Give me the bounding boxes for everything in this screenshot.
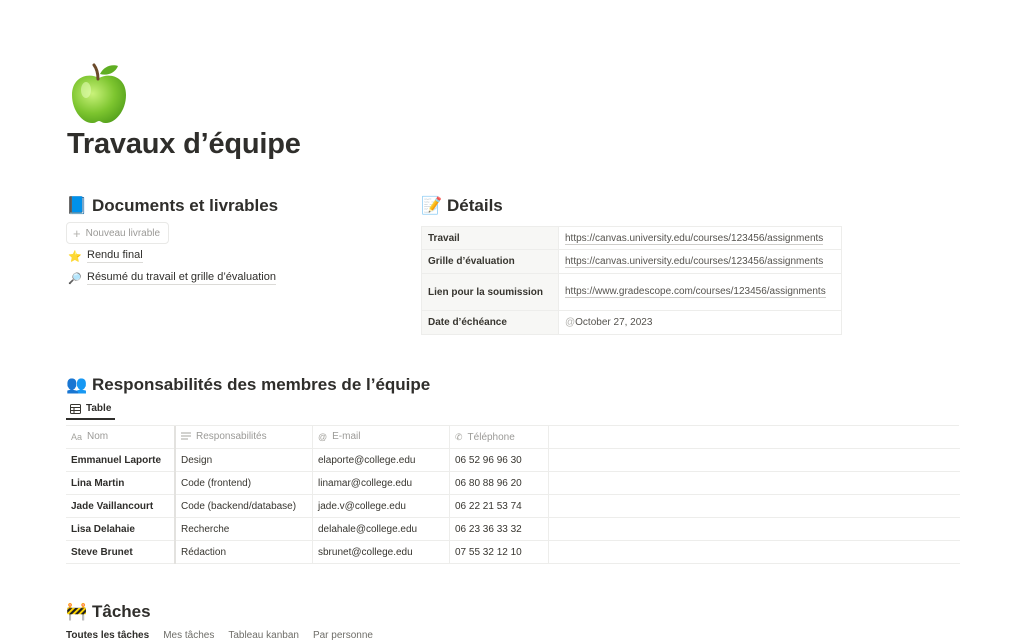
details-row: Lien pour la soumission https://www.grad…: [421, 273, 842, 311]
member-name[interactable]: Jade Vaillancourt: [66, 494, 176, 518]
table-row[interactable]: Steve Brunet Rédaction sbrunet@college.e…: [66, 540, 960, 564]
list-item[interactable]: 🔎 Résumé du travail et grille d’évaluati…: [68, 271, 276, 285]
empty-cell: [548, 494, 960, 518]
new-deliverable-label: Nouveau livrable: [85, 227, 161, 239]
member-name[interactable]: Lina Martin: [66, 471, 176, 495]
blue-book-icon: 📘: [66, 196, 88, 215]
details-value[interactable]: https://canvas.university.edu/courses/12…: [558, 226, 842, 250]
member-email[interactable]: linamar@college.edu: [312, 471, 450, 495]
empty-cell: [548, 471, 960, 495]
member-name[interactable]: Steve Brunet: [66, 540, 176, 564]
due-date: October 27, 2023: [575, 317, 653, 328]
members-heading: 👥 Responsabilités des membres de l’équip…: [66, 375, 430, 395]
tab-kanban[interactable]: Tableau kanban: [228, 630, 299, 641]
empty-cell: [548, 540, 960, 564]
member-name[interactable]: Emmanuel Laporte: [66, 448, 176, 472]
new-deliverable-button[interactable]: + Nouveau livrable: [66, 222, 170, 244]
member-phone[interactable]: 06 22 21 53 74: [449, 494, 549, 518]
text-lines-icon: [181, 432, 191, 440]
tab-all-tasks[interactable]: Toutes les tâches: [66, 630, 149, 641]
member-name[interactable]: Lisa Delahaie: [66, 517, 176, 541]
member-phone[interactable]: 06 80 88 96 20: [449, 471, 549, 495]
members-heading-label: Responsabilités des membres de l’équipe: [92, 375, 431, 394]
details-row: Date d’échéance @October 27, 2023: [421, 310, 842, 335]
tasks-heading: 🚧 Tâches: [66, 602, 151, 622]
column-header-label: Téléphone: [467, 431, 515, 443]
member-responsibility[interactable]: Rédaction: [175, 540, 313, 564]
details-key: Date d’échéance: [421, 310, 559, 335]
construction-icon: 🚧: [66, 602, 88, 621]
details-heading: 📝 Détails: [421, 196, 503, 216]
column-header-responsibilities[interactable]: Responsabilités: [175, 426, 313, 449]
details-heading-label: Détails: [447, 196, 503, 215]
member-email[interactable]: sbrunet@college.edu: [312, 540, 450, 564]
column-header-phone[interactable]: ✆ Téléphone: [449, 426, 549, 449]
table-row[interactable]: Lina Martin Code (frontend) linamar@coll…: [66, 471, 960, 495]
details-link[interactable]: https://www.gradescope.com/courses/12345…: [565, 286, 826, 298]
table-icon: [70, 403, 81, 414]
at-icon: @: [318, 431, 328, 442]
member-email[interactable]: delahale@college.edu: [312, 517, 450, 541]
member-responsibility[interactable]: Code (frontend): [175, 471, 313, 495]
documents-heading: 📘 Documents et livrables: [66, 196, 278, 216]
memo-icon: 📝: [421, 196, 443, 215]
table-row[interactable]: Jade Vaillancourt Code (backend/database…: [66, 494, 960, 518]
date-mention-icon: @: [565, 317, 576, 328]
details-key: Lien pour la soumission: [421, 273, 559, 311]
details-value[interactable]: https://www.gradescope.com/courses/12345…: [558, 273, 842, 311]
people-icon: 👥: [66, 375, 88, 394]
tasks-heading-label: Tâches: [92, 602, 151, 621]
star-icon: ⭐: [68, 250, 82, 263]
column-header-label: Nom: [87, 431, 109, 443]
member-email[interactable]: elaporte@college.edu: [312, 448, 450, 472]
column-header-email[interactable]: @ E-mail: [312, 426, 450, 449]
details-link[interactable]: https://canvas.university.edu/courses/12…: [565, 232, 824, 245]
member-responsibility[interactable]: Recherche: [175, 517, 313, 541]
plus-icon: +: [73, 225, 81, 241]
details-key: Grille d’évaluation: [421, 249, 559, 274]
table-header-row: Aa Nom Responsabilités @ E-mail ✆ Téléphone: [66, 426, 960, 449]
details-value[interactable]: @October 27, 2023: [558, 310, 842, 335]
member-responsibility[interactable]: Design: [175, 448, 313, 472]
members-table: Aa Nom Responsabilités @ E-mail ✆ Téléphone…: [66, 426, 960, 564]
tasks-view-tabs: Toutes les tâches Mes tâches Tableau kan…: [66, 630, 373, 641]
tab-by-person[interactable]: Par personne: [313, 630, 373, 641]
member-responsibility[interactable]: Code (backend/database): [175, 494, 313, 518]
empty-cell: [548, 517, 960, 541]
documents-heading-label: Documents et livrables: [92, 196, 279, 215]
column-header-label: Responsabilités: [196, 430, 267, 442]
column-header-label: E-mail: [332, 431, 361, 443]
list-item-label: Résumé du travail et grille d’évaluation: [87, 271, 276, 285]
details-value[interactable]: https://canvas.university.edu/courses/12…: [558, 249, 842, 274]
tab-table[interactable]: Table: [66, 403, 116, 420]
details-table: Travail https://canvas.university.edu/co…: [421, 226, 842, 335]
member-phone[interactable]: 06 52 96 96 30: [449, 448, 549, 472]
magnifier-icon: 🔎: [68, 272, 82, 285]
details-row: Grille d’évaluation https://canvas.unive…: [421, 249, 842, 274]
member-email[interactable]: jade.v@college.edu: [312, 494, 450, 518]
page-title[interactable]: Travaux d’équipe: [67, 128, 301, 161]
details-key: Travail: [421, 226, 559, 250]
tab-table-label: Table: [86, 403, 112, 414]
member-phone[interactable]: 06 23 36 33 32: [449, 517, 549, 541]
table-row[interactable]: Emmanuel Laporte Design elaporte@college…: [66, 448, 960, 472]
green-apple-icon[interactable]: [66, 60, 132, 126]
column-header-empty: [548, 426, 960, 449]
phone-icon: ✆: [455, 431, 463, 442]
member-phone[interactable]: 07 55 32 12 10: [449, 540, 549, 564]
details-row: Travail https://canvas.university.edu/co…: [421, 226, 842, 250]
column-header-name[interactable]: Aa Nom: [66, 426, 176, 449]
text-type-icon: Aa: [71, 431, 83, 442]
tab-my-tasks[interactable]: Mes tâches: [163, 630, 214, 641]
empty-cell: [548, 448, 960, 472]
details-link[interactable]: https://canvas.university.edu/courses/12…: [565, 256, 824, 268]
list-item-label: Rendu final: [87, 249, 143, 263]
list-item[interactable]: ⭐ Rendu final: [68, 249, 143, 263]
table-row[interactable]: Lisa Delahaie Recherche delahale@college…: [66, 517, 960, 541]
